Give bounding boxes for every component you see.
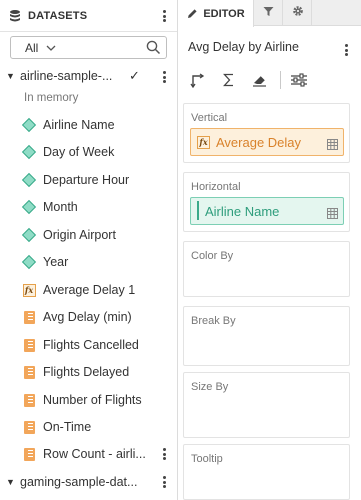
field-avg-delay-min[interactable]: Avg Delay (min): [22, 307, 132, 327]
field-label: Origin Airport: [43, 228, 116, 242]
dimension-icon: [21, 254, 37, 270]
pill-label: Airline Name: [205, 203, 280, 219]
zone-size-by[interactable]: Size By: [183, 372, 350, 438]
pill-label: Average Delay: [216, 134, 302, 150]
zone-label: Horizontal: [191, 181, 241, 193]
zone-vertical[interactable]: Vertical fx Average Delay: [183, 103, 350, 163]
zone-tooltip[interactable]: Tooltip: [183, 444, 350, 500]
caret-down-icon[interactable]: ▼: [6, 477, 16, 487]
database-icon: [8, 9, 22, 23]
swap-axes-icon[interactable]: [188, 70, 208, 90]
zone-label: Color By: [191, 250, 234, 262]
tab-editor-label: EDITOR: [203, 7, 245, 20]
vertical-field-pill[interactable]: fx Average Delay: [190, 128, 344, 156]
field-label: Average Delay 1: [43, 283, 136, 297]
tab-settings[interactable]: [284, 0, 312, 26]
zone-label: Tooltip: [191, 453, 223, 465]
field-label: Row Count - airli...: [43, 447, 146, 461]
field-row-count[interactable]: Row Count - airli...: [22, 444, 146, 464]
measure-icon: [22, 420, 36, 434]
dimension-icon: [21, 199, 37, 215]
measure-icon: [22, 393, 36, 407]
horizontal-field-pill[interactable]: Airline Name: [190, 197, 344, 225]
zone-color-by[interactable]: Color By: [183, 241, 350, 297]
field-label: Airline Name: [43, 118, 115, 132]
field-month[interactable]: Month: [21, 197, 78, 217]
visualization-title[interactable]: Avg Delay by Airline: [188, 40, 299, 54]
sigma-icon[interactable]: [219, 70, 239, 90]
field-label: Avg Delay (min): [43, 310, 132, 324]
gear-icon: [292, 4, 304, 22]
field-label: Number of Flights: [43, 393, 142, 407]
filter-icon: [263, 4, 274, 22]
datasets-header: DATASETS: [0, 0, 177, 32]
dataset-row-airline[interactable]: ▼ airline-sample-... ✓: [0, 66, 178, 86]
tab-filter[interactable]: [255, 0, 283, 26]
tab-editor[interactable]: EDITOR: [179, 0, 254, 27]
field-label: Flights Delayed: [43, 365, 130, 379]
measure-icon: [22, 365, 36, 379]
search-icon[interactable]: [146, 40, 161, 55]
dataset-name: gaming-sample-dat...: [20, 475, 138, 489]
measure-icon: [22, 310, 36, 324]
dataset-menu-icon[interactable]: [159, 69, 169, 85]
table-icon[interactable]: [327, 206, 338, 219]
dimension-icon: [21, 144, 37, 160]
check-icon: ✓: [129, 68, 140, 83]
calculated-field-icon: fx: [197, 135, 210, 149]
toolbar-divider: [280, 71, 281, 89]
table-icon[interactable]: [327, 137, 338, 150]
field-label: Year: [43, 255, 69, 269]
dimension-icon: [197, 201, 199, 220]
visualization-menu-icon[interactable]: [341, 42, 351, 58]
zone-label: Break By: [191, 315, 236, 327]
dimension-icon: [21, 117, 37, 133]
datasets-menu-icon[interactable]: [159, 8, 169, 24]
field-label: On-Time: [43, 420, 92, 434]
field-origin-airport[interactable]: Origin Airport: [21, 225, 116, 245]
dataset-name: airline-sample-...: [20, 69, 113, 83]
field-flights-delayed[interactable]: Flights Delayed: [22, 362, 129, 382]
editor-toolbar: [188, 70, 320, 90]
field-departure-hour[interactable]: Departure Hour: [21, 170, 130, 190]
field-menu-icon[interactable]: [159, 446, 169, 462]
pencil-icon: [187, 8, 198, 19]
calculated-field-icon: fx: [22, 283, 36, 297]
measure-icon: [22, 338, 36, 352]
zone-break-by[interactable]: Break By: [183, 306, 350, 366]
caret-down-icon[interactable]: ▼: [6, 71, 16, 81]
datasets-panel: DATASETS All ▼ airline-sample-... ✓ In m…: [0, 0, 178, 500]
field-day-of-week[interactable]: Day of Week: [21, 142, 115, 162]
chevron-down-icon[interactable]: [46, 43, 56, 53]
editor-tabs: EDITOR: [179, 0, 361, 27]
zone-label: Size By: [191, 381, 229, 393]
dimension-icon: [21, 172, 37, 188]
dataset-subtitle: In memory: [24, 92, 79, 104]
field-label: Departure Hour: [43, 173, 130, 187]
dimension-icon: [21, 227, 37, 243]
dataset-filter-bar: All: [10, 36, 167, 59]
field-flights-cancelled[interactable]: Flights Cancelled: [22, 335, 139, 355]
field-number-of-flights[interactable]: Number of Flights: [22, 390, 142, 410]
field-year[interactable]: Year: [21, 252, 69, 272]
dataset-row-gaming[interactable]: ▼ gaming-sample-dat...: [0, 472, 178, 492]
editor-panel: EDITOR Avg Delay by Airline Vertical fx …: [179, 0, 361, 500]
field-on-time[interactable]: On-Time: [22, 417, 91, 437]
measure-icon: [22, 447, 36, 461]
field-average-delay-1[interactable]: fx Average Delay 1: [22, 280, 135, 300]
eraser-icon[interactable]: [250, 70, 270, 90]
field-airline-name[interactable]: Airline Name: [21, 115, 115, 135]
field-label: Day of Week: [43, 145, 115, 159]
sliders-icon[interactable]: [289, 70, 309, 90]
field-label: Month: [43, 200, 78, 214]
field-label: Flights Cancelled: [43, 338, 139, 352]
dataset-menu-icon[interactable]: [159, 474, 169, 490]
zone-label: Vertical: [191, 112, 228, 124]
datasets-title: DATASETS: [28, 9, 88, 22]
dataset-filter-select[interactable]: All: [25, 41, 38, 55]
zone-horizontal[interactable]: Horizontal Airline Name: [183, 172, 350, 232]
